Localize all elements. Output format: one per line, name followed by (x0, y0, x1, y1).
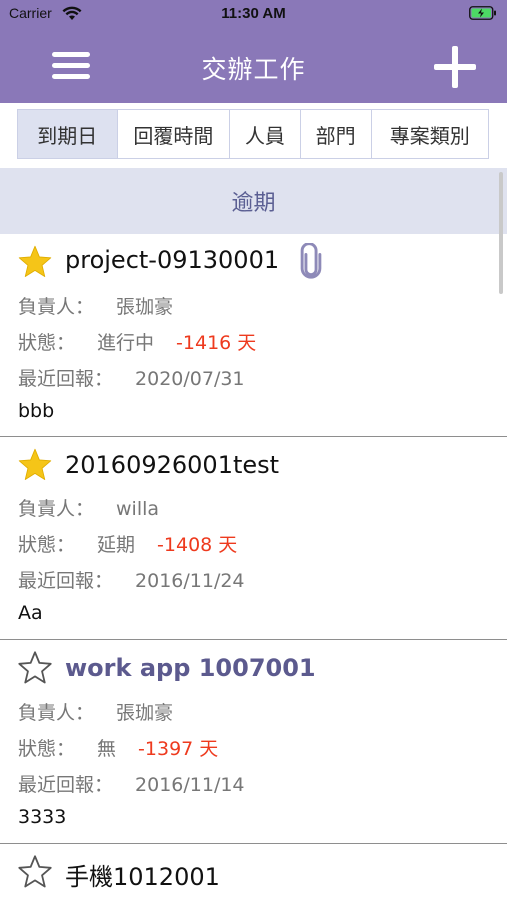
section-header-overdue: 逾期 (0, 168, 507, 234)
status-label: 狀態： (18, 332, 76, 354)
overdue-days: -1416 天 (176, 332, 257, 354)
task-note: 3333 (18, 806, 67, 828)
status-row: 狀態： 延期 -1408 天 (18, 530, 237, 557)
task-note: Aa (18, 602, 43, 624)
menu-icon (52, 63, 90, 68)
owner-row: 負責人： willa (18, 494, 159, 521)
star-filled-icon[interactable] (17, 447, 53, 483)
task-title: 20160926001test (65, 451, 280, 479)
star-filled-icon[interactable] (17, 244, 53, 280)
task-title: 手機1012001 (65, 863, 220, 891)
last-report-row: 最近回報： 2020/07/31 (18, 364, 245, 391)
owner-value: willa (116, 498, 160, 520)
top-bar: Carrier 11:30 AM 交辦工作 (0, 0, 507, 103)
last-report-date: 2016/11/24 (135, 570, 245, 592)
task-title: work app 1007001 (65, 654, 316, 682)
task-card[interactable]: 手機1012001 (0, 844, 507, 900)
tab-project-category[interactable]: 專案類別 (372, 110, 489, 158)
status-label: 狀態： (18, 738, 76, 760)
status-label: 狀態： (18, 534, 76, 556)
last-report-date: 2016/11/14 (135, 774, 245, 796)
star-outline-icon[interactable] (17, 854, 53, 890)
status-bar: Carrier 11:30 AM (0, 0, 507, 28)
owner-row: 負責人： 張珈豪 (18, 698, 173, 725)
task-card[interactable]: project-09130001 負責人： 張珈豪 狀態： 進行中 -1416 天 最… (0, 234, 507, 437)
paperclip-icon (300, 243, 322, 279)
status-row: 狀態： 無 -1397 天 (18, 734, 218, 761)
menu-button[interactable] (50, 48, 94, 84)
owner-label: 負責人： (18, 296, 95, 318)
owner-row: 負責人： 張珈豪 (18, 292, 173, 319)
navigation-bar: 交辦工作 (0, 28, 507, 103)
overdue-days: -1408 天 (157, 534, 238, 556)
status-value: 進行中 (97, 332, 155, 354)
owner-label: 負責人： (18, 702, 95, 724)
tab-department[interactable]: 部門 (301, 110, 372, 158)
add-task-button[interactable] (434, 46, 476, 88)
plus-icon (434, 64, 476, 70)
tab-personnel[interactable]: 人員 (230, 110, 301, 158)
task-card[interactable]: 20160926001test 負責人： willa 狀態： 延期 -1408 天 最… (0, 437, 507, 640)
last-report-row: 最近回報： 2016/11/14 (18, 770, 245, 797)
tab-reply-time[interactable]: 回覆時間 (118, 110, 231, 158)
overdue-days: -1397 天 (138, 738, 219, 760)
tab-due-date[interactable]: 到期日 (18, 110, 118, 158)
status-value: 無 (97, 738, 117, 760)
last-report-label: 最近回報： (18, 570, 114, 592)
status-row: 狀態： 進行中 -1416 天 (18, 328, 256, 355)
star-outline-icon[interactable] (17, 650, 53, 686)
last-report-label: 最近回報： (18, 774, 114, 796)
sort-segmented-control: 到期日 回覆時間 人員 部門 專案類別 (17, 109, 489, 159)
task-title: project-09130001 (65, 246, 280, 274)
task-card[interactable]: work app 1007001 負責人： 張珈豪 狀態： 無 -1397 天 最近回… (0, 640, 507, 844)
battery-charging-icon (469, 6, 496, 20)
last-report-row: 最近回報： 2016/11/24 (18, 566, 245, 593)
clock: 11:30 AM (221, 5, 286, 22)
owner-label: 負責人： (18, 498, 95, 520)
menu-icon (52, 74, 90, 79)
task-note: bbb (18, 400, 55, 422)
status-value: 延期 (97, 534, 136, 556)
owner-value: 張珈豪 (116, 702, 174, 724)
last-report-date: 2020/07/31 (135, 368, 245, 390)
owner-value: 張珈豪 (116, 296, 174, 318)
menu-icon (52, 52, 90, 57)
last-report-label: 最近回報： (18, 368, 114, 390)
